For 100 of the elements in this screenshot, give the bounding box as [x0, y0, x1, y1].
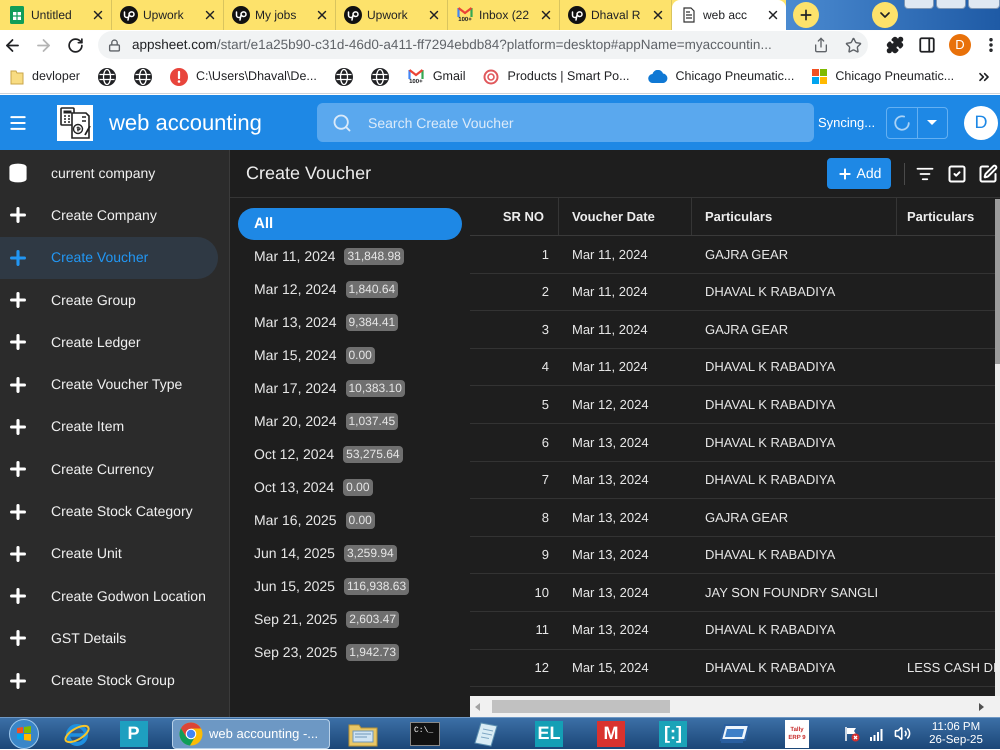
close-icon[interactable] [651, 8, 665, 22]
logo-icon [57, 104, 93, 140]
sidebar-item[interactable]: Create Voucher [0, 236, 218, 279]
sidebar-item[interactable]: GST Details [0, 617, 218, 660]
globe-icon [134, 68, 152, 86]
browser-tab[interactable]: web acc [672, 0, 786, 30]
flag-icon[interactable] [844, 726, 860, 742]
date-group-item[interactable]: Oct 13, 2024 0.00 [238, 471, 462, 504]
date-group-item[interactable]: All [238, 208, 462, 240]
sync-status: Syncing... [818, 114, 876, 132]
table-cell-text: DHAVAL K RABADIYA [705, 358, 836, 376]
sidebar-item[interactable]: Create Company [0, 194, 218, 237]
bookmark[interactable]: Chicago Pneumatic... [642, 64, 800, 90]
taskbar-app[interactable]: C:\_ [410, 722, 440, 746]
extensions-icon[interactable] [886, 36, 904, 54]
bookmark[interactable]: Products | Smart Po... [477, 64, 636, 90]
table-cell-text: Mar 13, 2024 [572, 621, 649, 640]
close-button[interactable] [968, 0, 1000, 9]
table-cell-text: DHAVAL K RABADIYA [705, 546, 836, 564]
date-group-item[interactable]: Mar 11, 2024 31,848.98 [238, 240, 462, 273]
total-badge: 9,384.41 [346, 314, 398, 331]
add-button[interactable]: Add [827, 158, 891, 189]
total-badge: 0.00 [346, 512, 375, 529]
total-badge: 10,383.10 [346, 380, 405, 397]
signal-icon[interactable] [869, 726, 885, 740]
tab-search-button[interactable] [872, 2, 898, 28]
table-cell-text: Mar 11, 2024 [572, 246, 648, 264]
user-avatar[interactable]: D [964, 106, 998, 140]
table-cell-text: 7 [542, 471, 549, 490]
sidebar-item[interactable]: Create Item [0, 406, 218, 448]
side-panel-icon[interactable] [918, 36, 936, 54]
new-tab-button[interactable] [793, 2, 819, 28]
maximize-button[interactable] [936, 0, 966, 9]
scrollbar-thumb[interactable] [995, 199, 1000, 364]
date-group-item[interactable]: Mar 16, 2025 0.00 [238, 504, 462, 537]
app-title: web accounting [109, 109, 263, 137]
horizontal-scrollbar[interactable] [470, 696, 1000, 717]
search-field[interactable]: Search Create Voucher [317, 103, 814, 142]
sidebar-item[interactable]: current company [0, 152, 218, 194]
vertical-scrollbar[interactable] [995, 199, 1000, 696]
column-header[interactable]: Particulars [907, 206, 974, 226]
date-group-item[interactable]: Jun 14, 2025 3,259.94 [238, 537, 462, 570]
date-group-item[interactable]: Mar 13, 2024 9,384.41 [238, 306, 462, 339]
sidebar-item[interactable]: Create Godwon Location [0, 574, 218, 618]
sidebar-item[interactable]: Create Stock Group [0, 660, 218, 702]
bookmark[interactable]: C:\Users\Dhaval\De... [164, 64, 323, 90]
date-group-item[interactable]: Mar 17, 2024 10,383.10 [238, 372, 462, 405]
spreadsheet-icon [10, 6, 24, 24]
clock-date[interactable]: 26-Sep-25 [929, 734, 983, 747]
scroll-right-icon[interactable] [979, 702, 984, 710]
close-icon[interactable] [539, 8, 553, 22]
volume-icon[interactable] [894, 725, 911, 742]
total-badge: 1,942.73 [346, 644, 400, 661]
sidebar-item[interactable]: Create Unit [0, 532, 218, 575]
clock-time[interactable]: 11:06 PM [932, 721, 980, 734]
date-group-item[interactable]: Sep 21, 2025 2,603.47 [238, 603, 462, 636]
mail-icon [408, 68, 424, 78]
total-badge: 1,037.45 [346, 413, 398, 430]
date-group-item[interactable]: Mar 20, 2024 1,037.45 [238, 405, 462, 438]
table-cell-text: DHAVAL K RABADIYA [705, 621, 836, 640]
date-group-item[interactable]: Mar 15, 2024 0.00 [238, 339, 462, 372]
close-icon[interactable] [427, 8, 441, 22]
bookmark[interactable]: devloper [4, 64, 86, 90]
table-cell-text: 12 [534, 659, 549, 678]
column-header[interactable]: Particulars [705, 206, 772, 226]
close-icon[interactable] [203, 8, 217, 22]
star-icon[interactable] [845, 36, 862, 54]
sidebar-item[interactable]: Create Ledger [0, 321, 218, 364]
screen-icon [719, 722, 751, 746]
database-icon [8, 163, 28, 184]
date-group-item[interactable]: Sep 23, 2025 1,942.73 [238, 636, 462, 669]
document-icon [681, 7, 697, 23]
address-bar[interactable]: appsheet.com/start/e1a25b90-c31d-46d0-a411-ff7294ebdb84?platform=desktop#appName=myaccountin... [98, 31, 868, 59]
reload-icon[interactable] [67, 36, 84, 54]
share-icon[interactable] [813, 37, 829, 53]
date-group-item[interactable]: Mar 12, 2024 1,840.64 [238, 273, 462, 306]
date-group-item[interactable]: Jun 15, 2025 116,938.63 [238, 570, 462, 603]
close-icon[interactable] [315, 8, 329, 22]
total-badge: 0.00 [343, 479, 373, 496]
sidebar-item[interactable]: Create Group [0, 278, 218, 322]
bookmark[interactable]: Chicago Pneumatic... [806, 64, 960, 90]
close-icon[interactable] [766, 8, 780, 22]
edit-icon[interactable] [978, 164, 998, 184]
date-group-item[interactable]: Oct 12, 2024 53,275.64 [238, 438, 462, 471]
taskbar-app[interactable]: M [597, 720, 625, 746]
sidebar-item[interactable]: Create Voucher Type [0, 363, 218, 406]
table-cell-text: 3 [542, 320, 549, 339]
column-header[interactable]: SR NO [502, 206, 544, 226]
total-badge: 31,848.98 [344, 248, 404, 265]
caret-icon [927, 120, 938, 125]
sidebar-item[interactable]: Create Stock Category [0, 490, 218, 533]
sidebar-item[interactable]: Create Currency [0, 448, 218, 490]
minimize-button[interactable] [904, 0, 934, 9]
column-header[interactable]: Voucher Date [572, 206, 655, 226]
page-title: Create Voucher [246, 162, 372, 185]
close-icon[interactable] [91, 8, 105, 22]
globe-icon [98, 68, 116, 86]
scrollbar-thumb[interactable] [492, 700, 670, 713]
select-icon[interactable] [947, 164, 967, 184]
table-cell-text: DHAVAL K RABADIYA [705, 396, 836, 414]
